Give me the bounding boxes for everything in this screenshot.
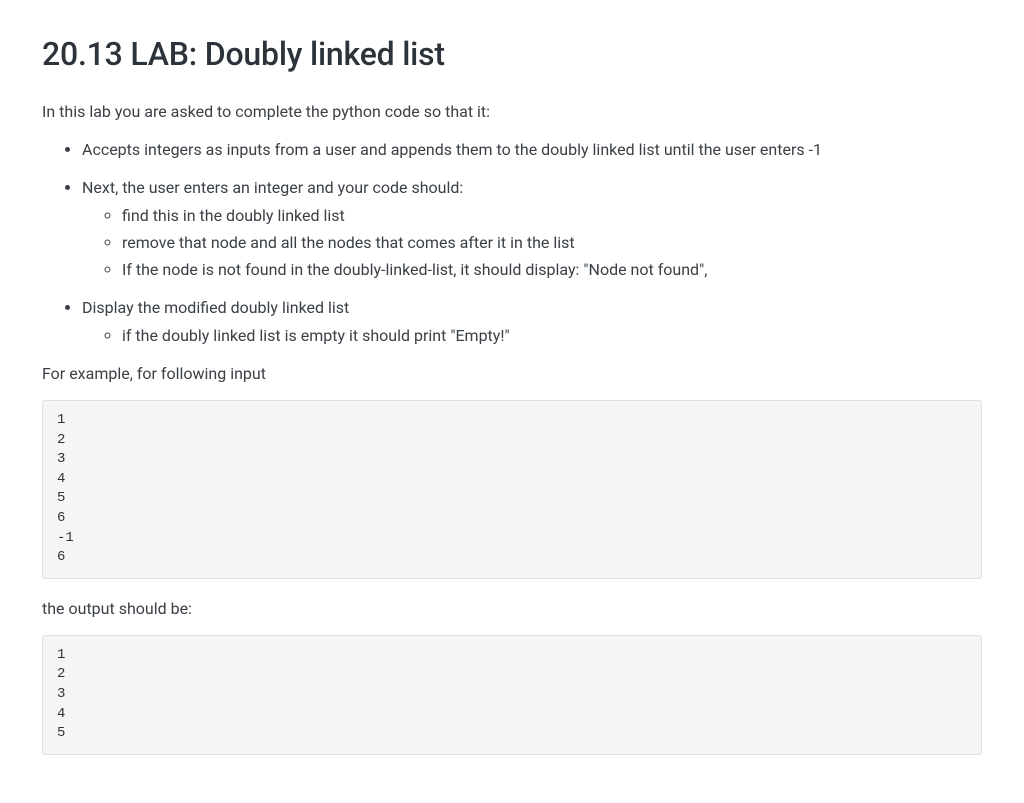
output-code-block: 1 2 3 4 5: [42, 635, 982, 755]
list-item: Next, the user enters an integer and you…: [82, 176, 982, 282]
sub-list: find this in the doubly linked list remo…: [82, 204, 982, 282]
list-item: if the doubly linked list is empty it sh…: [122, 324, 982, 348]
intro-paragraph: In this lab you are asked to complete th…: [42, 100, 982, 124]
sub-list: if the doubly linked list is empty it sh…: [82, 324, 982, 348]
list-item-text: Next, the user enters an integer and you…: [82, 178, 463, 197]
example-intro: For example, for following input: [42, 362, 982, 386]
list-item: remove that node and all the nodes that …: [122, 231, 982, 255]
page-title: 20.13 LAB: Doubly linked list: [42, 30, 982, 78]
input-code-block: 1 2 3 4 5 6 -1 6: [42, 400, 982, 579]
list-item: find this in the doubly linked list: [122, 204, 982, 228]
requirements-list: Accepts integers as inputs from a user a…: [42, 138, 982, 348]
list-item: If the node is not found in the doubly-l…: [122, 258, 982, 282]
output-intro: the output should be:: [42, 597, 982, 621]
list-item-text: Display the modified doubly linked list: [82, 298, 349, 317]
list-item: Accepts integers as inputs from a user a…: [82, 138, 982, 162]
list-item: Display the modified doubly linked list …: [82, 296, 982, 348]
